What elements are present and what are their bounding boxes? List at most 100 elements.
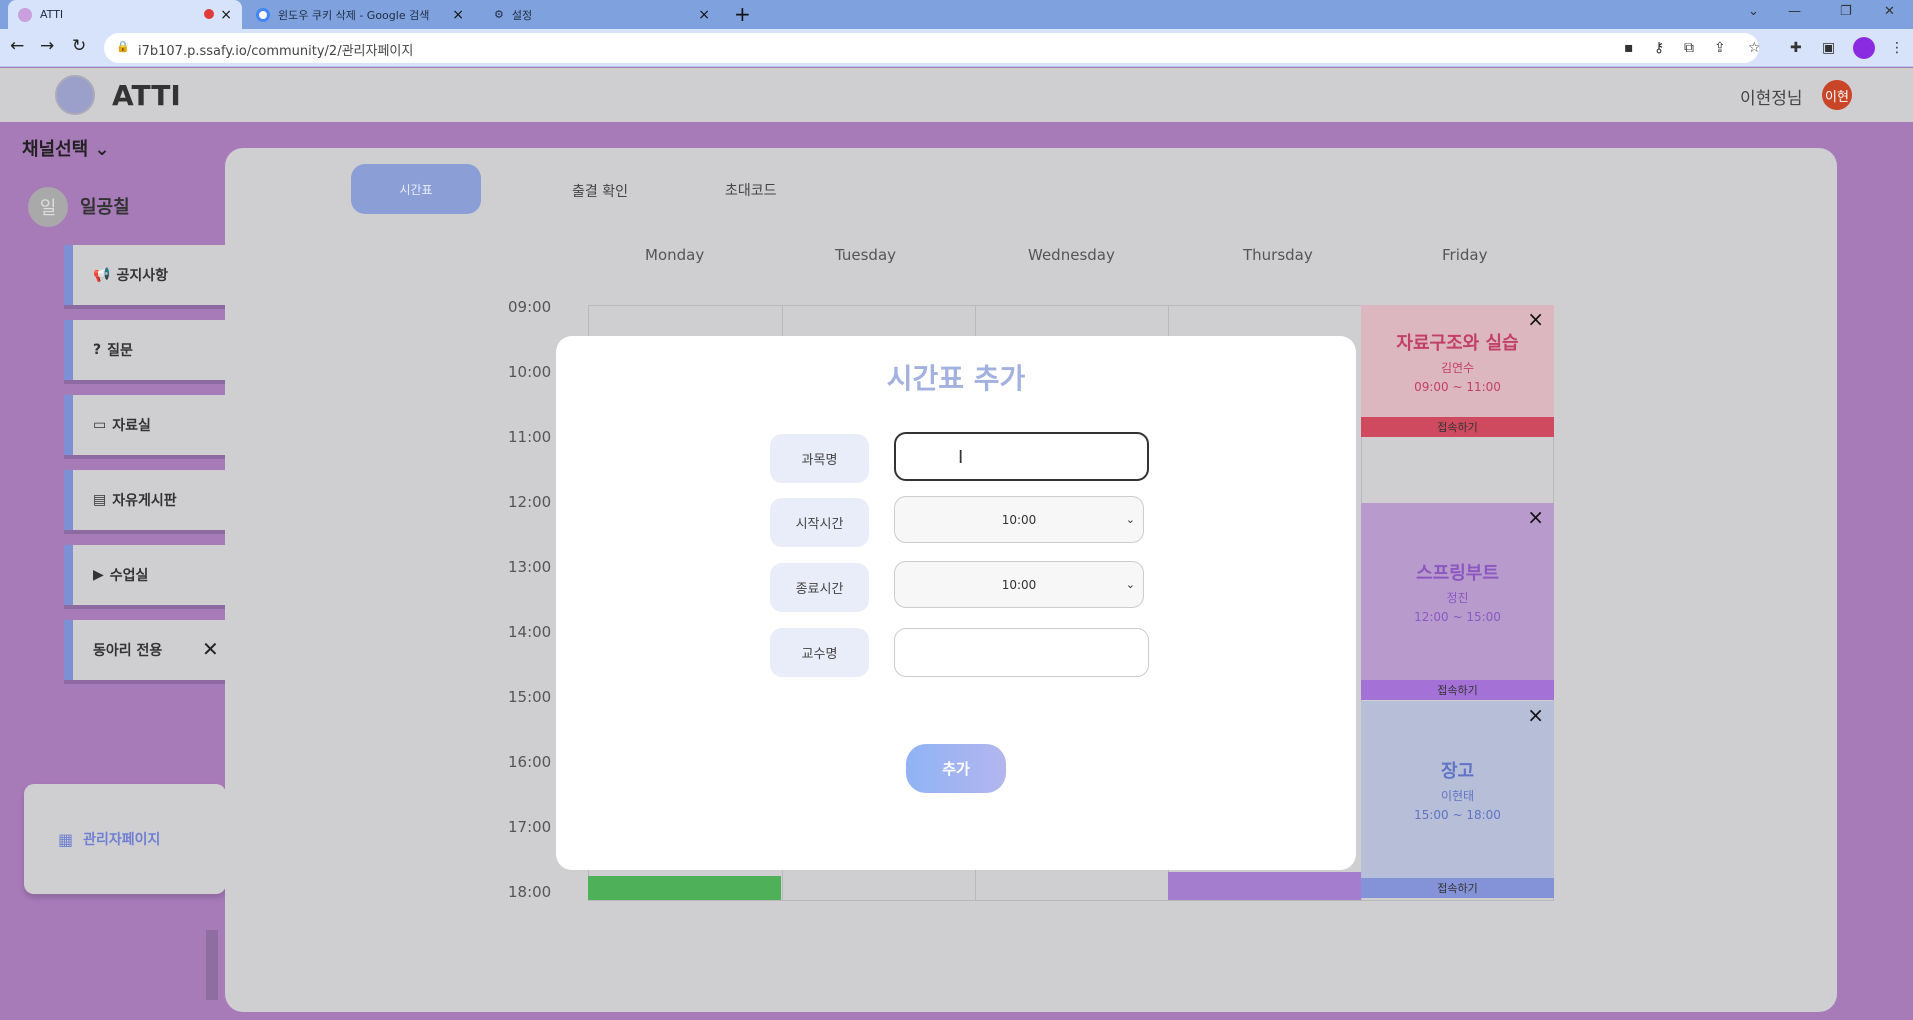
event-professor: 정진 [1446, 591, 1469, 605]
close-tab-icon[interactable]: × [698, 7, 710, 23]
atti-favicon-icon [18, 7, 32, 22]
cast-icon[interactable]: ▪ [1624, 40, 1634, 56]
minimize-icon[interactable]: — [1788, 4, 1801, 19]
event-card[interactable]: × 스프링부트 정진 12:00 ~ 15:00 [1361, 503, 1554, 680]
app-header [0, 68, 1913, 122]
sidebar-item-label: 공지사항 [116, 268, 168, 284]
calendar-icon: ▦ [58, 829, 74, 849]
extensions-icon[interactable]: ✚ [1790, 40, 1802, 56]
close-tab-icon[interactable]: × [452, 7, 464, 23]
time-label: 14:00 [508, 623, 552, 641]
browser-tab-atti[interactable]: ATTI × [8, 0, 242, 29]
chevron-down-icon: ⌄ [1125, 578, 1135, 591]
close-tab-icon[interactable]: × [220, 7, 232, 23]
sidebar-item-label: 질문 [107, 343, 133, 359]
sidebar-item-notice[interactable]: 📢 공지사항 [64, 245, 226, 305]
new-tab-button[interactable]: + [734, 2, 751, 26]
channel-select-label: 채널선택 [22, 139, 89, 160]
event-professor: 김연수 [1440, 360, 1475, 375]
subject-label: 과목명 [770, 434, 869, 483]
text-cursor-icon: I [958, 447, 964, 468]
monday-event-bar[interactable] [588, 876, 781, 900]
add-button[interactable]: 추가 [906, 744, 1006, 793]
end-time-value: 10:00 [1001, 577, 1037, 592]
professor-input[interactable] [894, 628, 1149, 677]
channel-name[interactable]: 일공칠 [80, 193, 130, 219]
share-icon[interactable]: ⇪ [1714, 40, 1726, 56]
tab-attendance[interactable]: 출결 확인 [572, 181, 628, 201]
atti-logo-icon[interactable] [55, 75, 95, 115]
translate-icon[interactable]: ⧉ [1684, 40, 1694, 56]
reload-icon[interactable]: ↻ [72, 36, 86, 56]
url-bar[interactable]: 🔒 i7b107.p.ssafy.io/community/2/관리자페이지 [104, 33, 1759, 63]
app-title[interactable]: ATTI [112, 79, 181, 112]
forward-icon[interactable]: → [40, 36, 54, 56]
time-label: 13:00 [508, 558, 552, 576]
profile-avatar[interactable] [1853, 37, 1875, 59]
sidebar-item-question[interactable]: ? 질문 [64, 320, 226, 380]
modal-title: 시간표 추가 [886, 362, 1026, 395]
bookmark-star-icon[interactable]: ☆ [1748, 40, 1761, 56]
close-window-icon[interactable]: ✕ [1884, 4, 1895, 19]
time-label: 18:00 [508, 883, 552, 901]
sidebar-item-classroom[interactable]: ▶ 수업실 [64, 545, 226, 605]
join-button[interactable]: 접속하기 [1361, 680, 1554, 700]
channel-select-dropdown[interactable]: 채널선택 ⌄ [22, 135, 110, 161]
time-label: 09:00 [508, 298, 552, 316]
event-title: 장고 [1440, 761, 1475, 782]
time-label: 17:00 [508, 818, 552, 836]
sidebar-item-label: 수업실 [109, 568, 149, 584]
day-header: Wednesday [1028, 246, 1115, 264]
lock-icon: 🔒 [116, 40, 130, 53]
tab-search-icon[interactable]: ⌄ [1748, 4, 1759, 19]
time-label: 15:00 [508, 688, 552, 706]
video-icon: ▶ [93, 567, 104, 583]
tab-timetable[interactable]: 시간표 [351, 164, 481, 214]
day-header: Monday [645, 246, 705, 264]
sidebar-item-archive[interactable]: ▭ 자료실 [64, 395, 226, 455]
browser-tab-google[interactable]: 윈도우 쿠키 삭제 - Google 검색 × [246, 0, 474, 29]
event-time: 12:00 ~ 15:00 [1414, 610, 1501, 624]
close-icon[interactable]: ✕ [202, 637, 219, 661]
menu-dots-icon[interactable]: ⋮ [1890, 40, 1904, 56]
user-avatar[interactable]: 이현 [1822, 80, 1852, 110]
start-time-label: 시작시간 [770, 498, 869, 547]
thursday-event-bar[interactable] [1168, 872, 1361, 900]
time-label: 11:00 [508, 428, 552, 446]
end-time-label: 종료시간 [770, 563, 869, 612]
tab-invite-code[interactable]: 초대코드 [725, 180, 777, 200]
close-icon[interactable]: × [1527, 703, 1544, 727]
gear-icon: ⚙ [494, 8, 504, 21]
restore-icon[interactable]: ❐ [1840, 4, 1852, 19]
tab-title: ATTI [40, 8, 64, 21]
admin-page-button[interactable]: ▦ 관리자페이지 [24, 784, 226, 894]
chevron-down-icon: ⌄ [1125, 513, 1135, 526]
sidebar-toggle-handle[interactable] [206, 930, 218, 1000]
day-header: Thursday [1243, 246, 1313, 264]
subject-input[interactable] [894, 432, 1149, 481]
event-card[interactable]: × 자료구조와 실습 김연수 09:00 ~ 11:00 [1361, 305, 1554, 417]
megaphone-icon: 📢 [93, 267, 111, 283]
back-icon[interactable]: ← [10, 36, 24, 56]
day-header: Friday [1442, 246, 1488, 264]
sidebar-item-free-board[interactable]: ▤ 자유게시판 [64, 470, 226, 530]
question-icon: ? [93, 342, 102, 358]
browser-tab-settings[interactable]: ⚙ 설정 × [484, 0, 720, 29]
event-card[interactable]: × 장고 이현태 15:00 ~ 18:00 [1361, 701, 1554, 878]
sidebar-item-label: 자유게시판 [112, 493, 177, 509]
join-button[interactable]: 접속하기 [1361, 417, 1554, 437]
close-icon[interactable]: × [1527, 307, 1544, 331]
start-time-value: 10:00 [1001, 512, 1037, 527]
key-icon[interactable]: ⚷ [1654, 40, 1664, 56]
url-text: i7b107.p.ssafy.io/community/2/관리자페이지 [138, 44, 414, 59]
professor-label: 교수명 [770, 628, 869, 677]
close-icon[interactable]: × [1527, 505, 1544, 529]
start-time-select[interactable]: 10:00 ⌄ [894, 496, 1144, 543]
join-button[interactable]: 접속하기 [1361, 878, 1554, 898]
chevron-down-icon: ⌄ [94, 139, 110, 160]
end-time-select[interactable]: 10:00 ⌄ [894, 561, 1144, 608]
sidepanel-icon[interactable]: ▣ [1822, 40, 1835, 56]
tab-title: 윈도우 쿠키 삭제 - Google 검색 [278, 8, 430, 22]
time-label: 10:00 [508, 363, 552, 381]
time-label: 16:00 [508, 753, 552, 771]
